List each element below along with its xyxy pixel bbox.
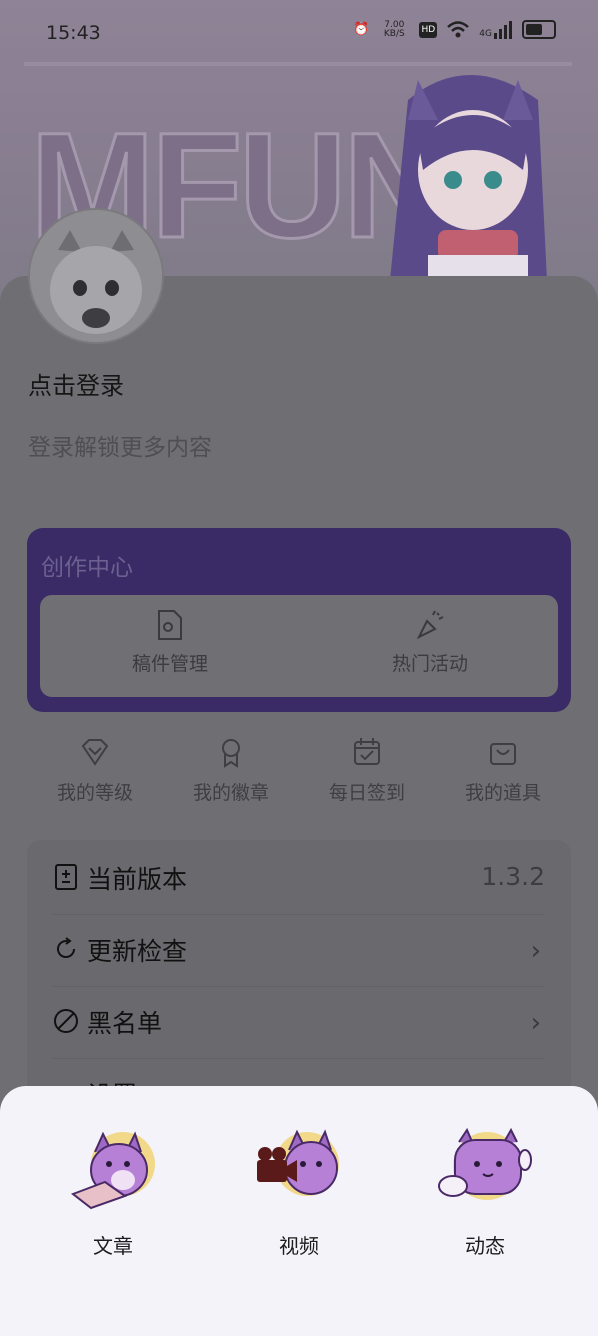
creation-center-title: 创作中心 bbox=[41, 555, 133, 581]
status-time: 15:43 bbox=[46, 22, 101, 44]
publish-sheet: 文章 视频 动态 bbox=[0, 1086, 598, 1336]
cat-post-icon bbox=[438, 1127, 532, 1200]
my-level-button[interactable]: 我的等级 bbox=[35, 736, 155, 805]
quick-actions: 我的等级 我的徽章 每日签到 我的道具 bbox=[27, 736, 571, 816]
cat-video-icon bbox=[257, 1129, 339, 1196]
avatar-cat-icon bbox=[30, 210, 162, 342]
battery-icon bbox=[522, 20, 556, 39]
anime-character-illustration bbox=[388, 75, 548, 300]
avatar[interactable] bbox=[28, 208, 164, 344]
status-bar: 15:43 ⏰ 7.00 KB/S HD 4G bbox=[0, 0, 598, 64]
login-title[interactable]: 点击登录 bbox=[28, 366, 124, 401]
daily-checkin-button[interactable]: 每日签到 bbox=[307, 736, 427, 805]
document-gear-icon bbox=[158, 610, 182, 640]
manuscript-management-button[interactable]: 稿件管理 bbox=[100, 609, 240, 676]
my-items-button[interactable]: 我的道具 bbox=[443, 736, 563, 805]
publish-article-label: 文章 bbox=[93, 1234, 133, 1258]
my-items-label: 我的道具 bbox=[464, 782, 541, 804]
publish-video-option[interactable]: 视频 bbox=[239, 1124, 359, 1259]
hot-activities-button[interactable]: 热门活动 bbox=[360, 609, 500, 676]
publish-article-option[interactable]: 文章 bbox=[53, 1124, 173, 1259]
badge-icon bbox=[222, 739, 240, 768]
publish-post-label: 动态 bbox=[465, 1234, 505, 1258]
publish-video-label: 视频 bbox=[279, 1234, 319, 1258]
my-badge-button[interactable]: 我的徽章 bbox=[171, 736, 291, 805]
block-icon bbox=[54, 1009, 78, 1033]
party-popper-icon bbox=[416, 610, 444, 640]
settings-card: 当前版本 1.3.2 更新检查 › 黑名单 › 设置 bbox=[27, 840, 571, 1110]
chevron-right-icon: › bbox=[530, 936, 541, 966]
daily-checkin-label: 每日签到 bbox=[328, 782, 405, 804]
blacklist-row[interactable]: 黑名单 › bbox=[53, 986, 545, 1059]
update-check-label: 更新检查 bbox=[87, 937, 188, 966]
refresh-icon bbox=[57, 937, 76, 958]
wifi-icon bbox=[447, 20, 470, 37]
creation-center: 创作中心 稿件管理 热门活动 bbox=[27, 528, 571, 712]
current-version-row: 当前版本 1.3.2 bbox=[53, 842, 545, 915]
cat-article-icon bbox=[70, 1131, 155, 1210]
creation-center-panel: 稿件管理 热门活动 bbox=[40, 595, 558, 697]
diamond-icon bbox=[81, 739, 109, 766]
current-version-label: 当前版本 bbox=[87, 865, 188, 894]
bag-icon bbox=[490, 743, 516, 765]
version-icon bbox=[55, 864, 77, 890]
manuscript-management-label: 稿件管理 bbox=[131, 653, 208, 675]
my-badge-label: 我的徽章 bbox=[192, 782, 269, 804]
current-version-value: 1.3.2 bbox=[481, 862, 545, 891]
chevron-right-icon: › bbox=[530, 1008, 541, 1038]
login-subtitle: 登录解锁更多内容 bbox=[28, 435, 212, 461]
net-speed: 7.00 KB/S bbox=[383, 19, 405, 39]
publish-post-option[interactable]: 动态 bbox=[425, 1124, 545, 1259]
calendar-check-icon bbox=[354, 738, 380, 765]
signal-icon: 4G bbox=[479, 20, 512, 39]
alarm-icon: ⏰ bbox=[353, 22, 370, 37]
my-level-label: 我的等级 bbox=[56, 782, 133, 804]
blacklist-label: 黑名单 bbox=[87, 1009, 163, 1038]
update-check-row[interactable]: 更新检查 › bbox=[53, 914, 545, 987]
hd-icon: HD bbox=[419, 21, 438, 38]
status-icons: ⏰ 7.00 KB/S HD 4G bbox=[353, 20, 556, 39]
hot-activities-label: 热门活动 bbox=[391, 653, 468, 675]
